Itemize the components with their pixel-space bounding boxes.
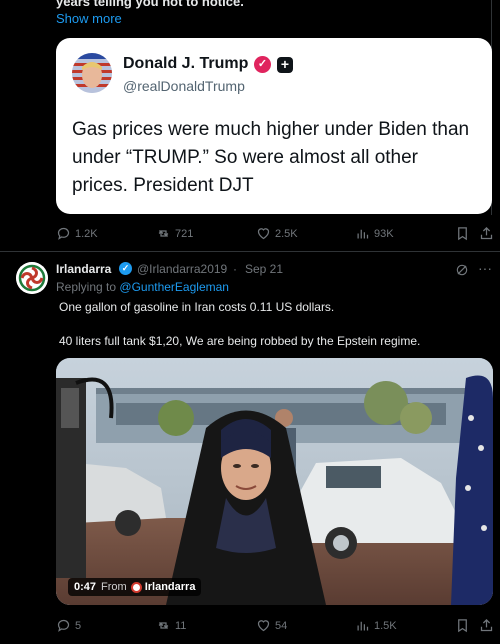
repost-count: 721 <box>175 227 194 240</box>
views-button[interactable]: 93K <box>355 226 394 241</box>
like-button[interactable]: 2.5K <box>256 226 298 241</box>
replying-to: Replying to @GuntherEagleman <box>56 280 229 294</box>
heart-icon <box>257 228 270 240</box>
video-badge: 0:47 From Irlandarra <box>68 578 202 596</box>
reply-count: 1.2K <box>75 227 98 240</box>
video-player[interactable]: 0:47 From Irlandarra <box>56 358 493 605</box>
tweet-text-line: 40 liters full tank $1,20, We are being … <box>59 334 421 348</box>
reply-icon <box>57 227 70 240</box>
share-icon[interactable] <box>479 618 494 633</box>
reply-button[interactable]: 1.2K <box>56 226 98 241</box>
repost-button[interactable]: 11 <box>156 618 186 633</box>
video-source-user[interactable]: Irlandarra <box>145 581 196 593</box>
affiliation-badge-icon: + <box>277 57 293 73</box>
quoted-tweet-text: Gas prices were much higher under Biden … <box>72 119 470 196</box>
separator-dot: · <box>233 262 237 276</box>
bookmark-icon[interactable] <box>455 226 470 241</box>
reply-button[interactable]: 5 <box>56 618 81 633</box>
avatar <box>130 581 142 593</box>
video-timestamp: 0:47 <box>74 581 97 593</box>
verified-badge-icon: ✓ <box>254 56 271 73</box>
quoted-author-handle[interactable]: @realDonaldTrump <box>123 78 245 94</box>
more-icon[interactable]: ··· <box>478 261 492 275</box>
author-name[interactable]: Irlandarra <box>56 262 111 276</box>
like-button[interactable]: 54 <box>256 618 287 633</box>
show-more-link[interactable]: Show more <box>56 11 122 26</box>
grok-icon[interactable] <box>455 263 469 277</box>
replying-to-label: Replying to <box>56 280 117 294</box>
views-count: 1.5K <box>374 619 397 632</box>
like-count: 2.5K <box>275 227 298 240</box>
tweet-action-bar: 5 11 54 1.5K <box>56 618 494 638</box>
top-tweet[interactable]: years telling you not to notice. Show mo… <box>0 0 500 252</box>
repost-icon <box>158 230 169 237</box>
heart-icon <box>257 620 270 632</box>
tweet-date[interactable]: Sep 21 <box>245 262 283 276</box>
like-count: 54 <box>275 619 288 632</box>
repost-button[interactable]: 721 <box>156 226 193 241</box>
share-icon[interactable] <box>479 226 494 241</box>
avatar[interactable] <box>16 262 48 294</box>
video-frame <box>56 358 493 605</box>
views-count: 93K <box>374 227 394 240</box>
tweet-text-line: One gallon of gasoline in Iran costs 0.1… <box>59 300 335 314</box>
repost-count: 11 <box>175 619 187 632</box>
quoted-tweet-card[interactable]: Donald J. Trump ✓ + @realDonaldTrump Gas… <box>56 38 492 214</box>
avatar[interactable] <box>72 53 112 93</box>
author-handle[interactable]: @Irlandarra2019 <box>137 262 227 276</box>
views-icon <box>357 229 369 239</box>
bookmark-icon[interactable] <box>455 618 470 633</box>
repost-icon <box>158 622 169 629</box>
reply-icon <box>57 619 70 632</box>
views-icon <box>357 621 369 631</box>
tweet-text-cutoff: years telling you not to notice. <box>56 0 244 9</box>
replying-to-handle-link[interactable]: @GuntherEagleman <box>119 280 229 294</box>
verified-badge-icon: ✓ <box>119 262 132 275</box>
reply-count: 5 <box>75 619 82 632</box>
video-from-label: From <box>101 581 127 593</box>
tweet-action-bar: 1.2K 721 2.5K 93K <box>56 226 494 246</box>
views-button[interactable]: 1.5K <box>355 618 397 633</box>
quoted-author-name[interactable]: Donald J. Trump <box>123 55 248 73</box>
